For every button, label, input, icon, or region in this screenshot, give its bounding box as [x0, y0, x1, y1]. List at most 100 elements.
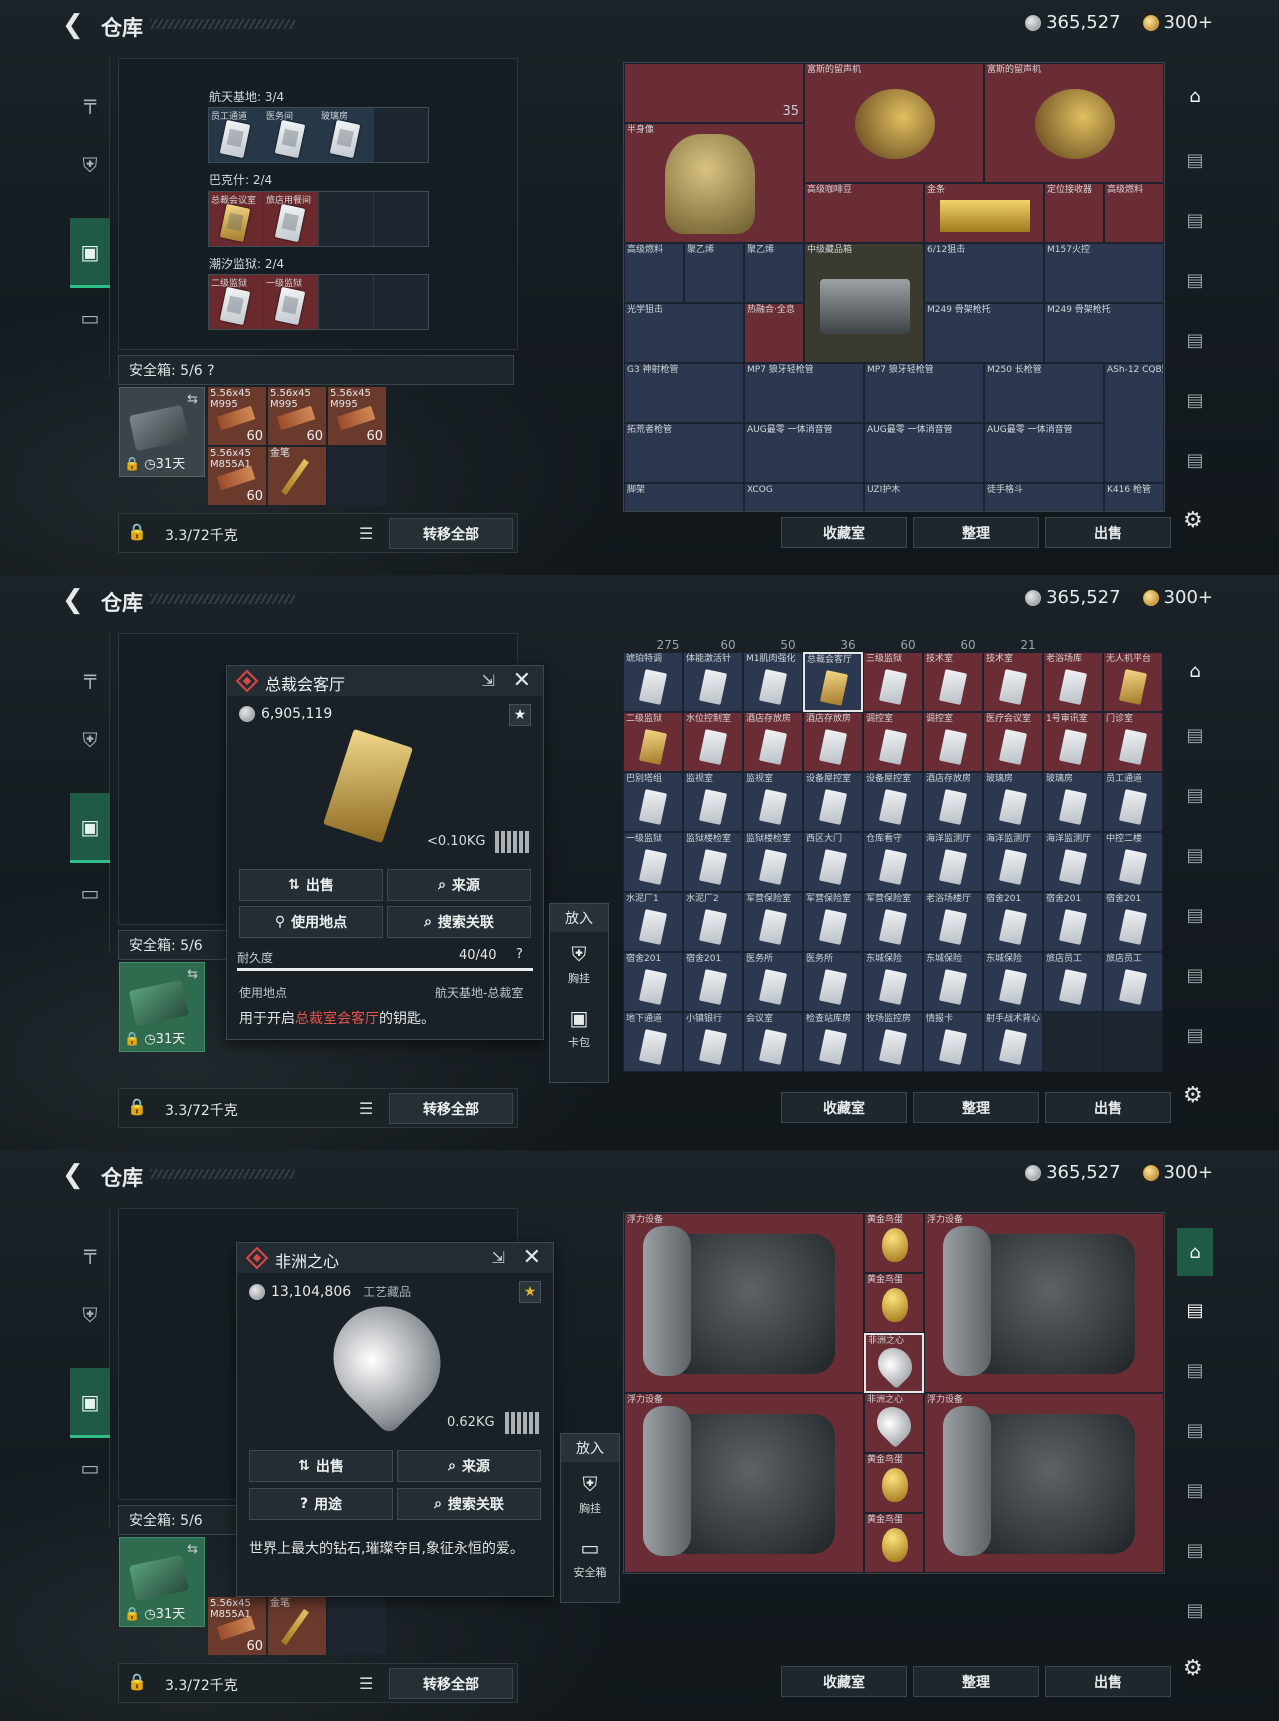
- safe-box-icon[interactable]: ⇆ 🔒 ◷31天: [119, 387, 205, 477]
- keycard-slot[interactable]: 西区大门: [803, 832, 863, 892]
- keycard-slot[interactable]: 调控室: [863, 712, 923, 772]
- sell-button[interactable]: ⇅ 出售: [239, 869, 383, 901]
- item-stock[interactable]: M249 骨架枪托: [1044, 303, 1164, 363]
- chest-rig-target[interactable]: ⛨ 胸挂: [561, 1462, 619, 1526]
- collection-button[interactable]: 收藏室: [781, 1666, 907, 1697]
- keycard-slot[interactable]: 1号审讯室: [1043, 712, 1103, 772]
- filter-icon[interactable]: ▤: [1177, 142, 1213, 178]
- keycard-slot[interactable]: 会议室: [743, 1012, 803, 1072]
- source-button[interactable]: ⌕ 来源: [397, 1450, 541, 1482]
- keycard-slot[interactable]: 旅店员工: [1103, 952, 1163, 1012]
- keycard-slot[interactable]: 技术室: [983, 652, 1043, 712]
- card-pack-target[interactable]: ▣ 卡包: [550, 996, 608, 1060]
- keycard-slot[interactable]: 医务所: [743, 952, 803, 1012]
- keycard-slot[interactable]: 检查站库房: [803, 1012, 863, 1072]
- empty-slot[interactable]: [328, 1597, 386, 1655]
- keycard-slot[interactable]: 小镇银行: [683, 1012, 743, 1072]
- empty-slot[interactable]: [1103, 1012, 1163, 1072]
- filter-icon[interactable]: ▤: [1177, 837, 1213, 873]
- weapon-icon[interactable]: ╤: [70, 1232, 110, 1272]
- favorite-star-icon[interactable]: ★: [519, 1281, 541, 1303]
- item-barrel[interactable]: MP7 狼牙轻枪管: [744, 363, 864, 423]
- swap-icon[interactable]: ⇆: [187, 1542, 198, 1557]
- keycard-tab-icon[interactable]: ▣: [70, 793, 110, 863]
- item-buoyancy-device[interactable]: 浮力设备: [624, 1213, 864, 1393]
- gear-icon[interactable]: ⚙: [1183, 508, 1203, 533]
- chest-rig-target[interactable]: ⛨ 胸挂: [550, 932, 608, 996]
- item-slot[interactable]: 聚乙烯: [684, 243, 744, 303]
- item-slot[interactable]: 聚乙烯: [744, 243, 804, 303]
- keycard-slot[interactable]: 海洋监测厅: [1043, 832, 1103, 892]
- keycard-slot[interactable]: 军营保险室: [803, 892, 863, 952]
- back-arrow-icon[interactable]: ❮: [62, 1162, 84, 1188]
- ammo-slot[interactable]: 5.56x45 M995 60: [268, 387, 326, 445]
- collapse-icon[interactable]: ⇲: [482, 671, 495, 690]
- filter-icon[interactable]: ▤: [1177, 382, 1213, 418]
- filter-icon[interactable]: ▤: [1177, 897, 1213, 933]
- ammo-slot[interactable]: 5.56x45 M855A1 60: [208, 447, 266, 505]
- item-golden-egg[interactable]: 黄金鸟蛋: [864, 1273, 924, 1333]
- item-heart-of-africa-selected[interactable]: 非洲之心: [864, 1333, 924, 1393]
- keycard-slot[interactable]: 监狱楼检室: [683, 832, 743, 892]
- keycard-slot[interactable]: 宿舍201: [623, 952, 683, 1012]
- item-xcog[interactable]: XCOG: [744, 483, 864, 511]
- use-button[interactable]: ? 用途: [249, 1488, 393, 1520]
- ammo-slot[interactable]: 5.56x45 M855A1 60: [208, 1597, 266, 1655]
- item-golden-egg[interactable]: 黄金鸟蛋: [864, 1513, 924, 1573]
- filter-icon[interactable]: ▤: [1177, 1412, 1213, 1448]
- briefcase-icon[interactable]: ▭: [70, 298, 110, 338]
- filter-icon[interactable]: ▤: [1177, 1017, 1213, 1053]
- item-scope[interactable]: 光学狙击: [624, 303, 744, 363]
- stash-icon[interactable]: ⌂: [1177, 78, 1213, 114]
- key-slot[interactable]: 总裁会议室: [209, 192, 263, 246]
- item-slot[interactable]: 高级燃料: [1104, 183, 1164, 243]
- item-barrel[interactable]: AUG最零 一体消音管: [984, 423, 1104, 483]
- briefcase-icon[interactable]: ▭: [70, 873, 110, 913]
- sell-button[interactable]: 出售: [1045, 517, 1171, 548]
- source-button[interactable]: ⌕ 来源: [387, 869, 531, 901]
- item-crate[interactable]: 中级藏品箱: [804, 243, 924, 363]
- keycard-slot[interactable]: 宿舍201: [983, 892, 1043, 952]
- transfer-all-button[interactable]: 转移全部: [389, 1093, 513, 1124]
- keycard-slot[interactable]: 水泥厂2: [683, 892, 743, 952]
- armor-icon[interactable]: ⛨: [70, 1295, 110, 1335]
- item-handguard[interactable]: UZI护木: [864, 483, 984, 511]
- key-slot-empty[interactable]: [319, 275, 373, 329]
- keycard-slot[interactable]: 监狱楼检室: [743, 832, 803, 892]
- keycard-slot[interactable]: 玻璃房: [1043, 772, 1103, 832]
- stash-icon[interactable]: ⌂: [1177, 1228, 1213, 1276]
- key-slot-empty[interactable]: [374, 192, 428, 246]
- keycard-slot[interactable]: 宿舍201: [1043, 892, 1103, 952]
- sell-button[interactable]: ⇅ 出售: [249, 1450, 393, 1482]
- back-arrow-icon[interactable]: ❮: [62, 587, 84, 613]
- filter-icon[interactable]: ▤: [1177, 1352, 1213, 1388]
- keycard-slot[interactable]: 琥珀特调: [623, 652, 683, 712]
- item-bipod[interactable]: 脚架: [624, 483, 744, 511]
- lock-icon[interactable]: 🔒: [127, 522, 147, 541]
- keycard-slot[interactable]: 技术室: [923, 652, 983, 712]
- keycard-slot[interactable]: 中控二楼: [1103, 832, 1163, 892]
- keycard-tab-icon[interactable]: ▣: [70, 1368, 110, 1438]
- weapon-icon[interactable]: ╤: [70, 82, 110, 122]
- item-bust[interactable]: 半身像: [624, 123, 804, 243]
- list-icon[interactable]: ☰: [359, 1674, 373, 1693]
- item-buoyancy-device[interactable]: 浮力设备: [924, 1393, 1164, 1573]
- item-buoyancy-device[interactable]: 浮力设备: [924, 1213, 1164, 1393]
- filter-icon[interactable]: ▤: [1177, 202, 1213, 238]
- sell-button[interactable]: 出售: [1045, 1666, 1171, 1697]
- keycard-slot[interactable]: 海洋监测厅: [983, 832, 1043, 892]
- sort-button[interactable]: 整理: [913, 1666, 1039, 1697]
- lock-icon[interactable]: 🔒: [127, 1097, 147, 1116]
- keycard-slot[interactable]: 东城保险: [923, 952, 983, 1012]
- keycard-slot[interactable]: 仓库看守: [863, 832, 923, 892]
- keycard-slot[interactable]: 设备屋控室: [863, 772, 923, 832]
- collection-button[interactable]: 收藏室: [781, 517, 907, 548]
- safe-box-icon[interactable]: ⇆ 🔒 ◷31天: [119, 962, 205, 1052]
- gear-icon[interactable]: ⚙: [1183, 1656, 1203, 1681]
- item-fire-control[interactable]: M157火控: [1044, 243, 1164, 303]
- key-slot[interactable]: 员工通道: [209, 108, 263, 162]
- item-heart-of-africa[interactable]: 非洲之心: [864, 1393, 924, 1453]
- gold-amount[interactable]: 300+: [1164, 1162, 1213, 1183]
- keycard-slot[interactable]: 水泥厂1: [623, 892, 683, 952]
- keycard-slot[interactable]: 一级监狱: [623, 832, 683, 892]
